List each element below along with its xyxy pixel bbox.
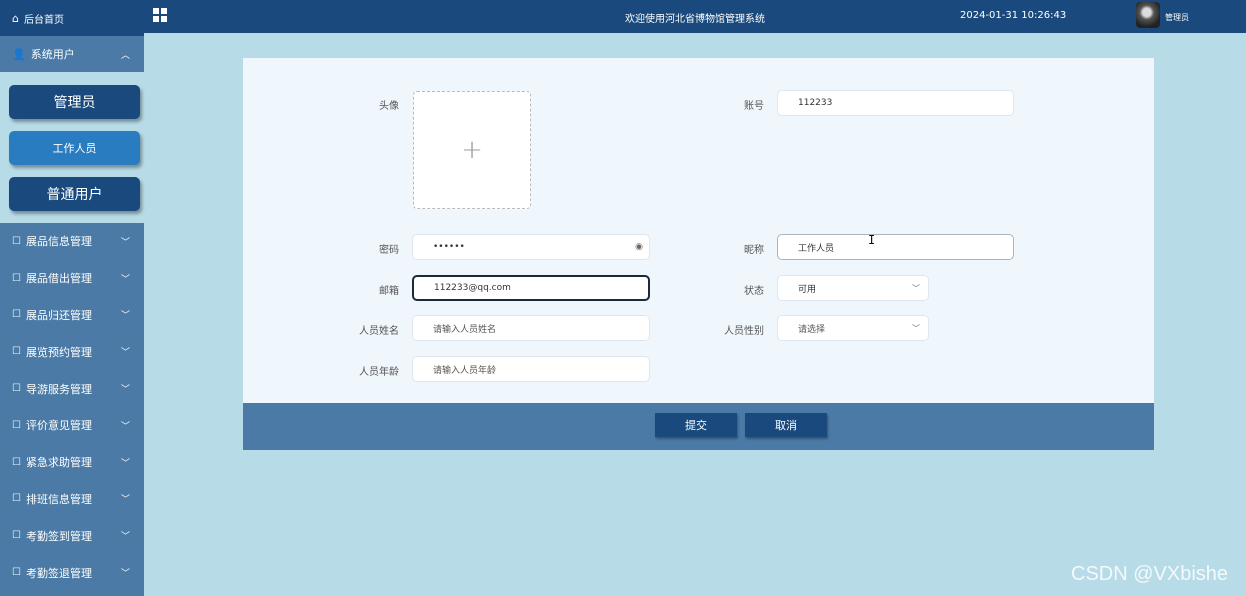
menu-icon: ☐ — [12, 419, 21, 431]
welcome-text: 欢迎使用河北省博物馆管理系统 — [625, 14, 765, 25]
chevron-down-icon: ﹀ — [912, 323, 920, 333]
sidebar-item-exhibit-info[interactable]: ☐ 展品信息管理 ﹀ — [0, 223, 144, 260]
sidebar-item-label: 展品借出管理 — [25, 272, 92, 286]
plus-icon: + — [461, 135, 483, 165]
current-datetime: 2024-01-31 10:26:43 — [960, 10, 1067, 21]
sidebar: ⌂ 后台首页 👤 系统用户 ︿ 管理员 工作人员 普通用户 ☐ 展品信息管理 ﹀ ☐… — [0, 0, 144, 596]
avatar[interactable] — [1136, 2, 1160, 28]
sidebar-item-label: 紧急求助管理 — [25, 456, 92, 470]
sidebar-item-label: 导游服务管理 — [25, 382, 92, 396]
email-label: 邮箱 — [379, 286, 399, 297]
eye-icon[interactable]: ◉ — [635, 242, 643, 252]
chevron-down-icon: ﹀ — [912, 283, 920, 293]
sidebar-item-exhibition-booking[interactable]: ☐ 展览预约管理 ﹀ — [0, 333, 144, 370]
sidebar-item-emergency[interactable]: ☐ 紧急求助管理 ﹀ — [0, 444, 144, 481]
sidebar-item-schedule[interactable]: ☐ 排班信息管理 ﹀ — [0, 481, 144, 518]
grid-menu-icon[interactable] — [153, 8, 167, 22]
sidebar-group-system-users[interactable]: 👤 系统用户 ︿ — [0, 36, 144, 72]
sidebar-sub-staff[interactable]: 工作人员 — [9, 131, 140, 165]
watermark: CSDN @VXbishe — [1071, 563, 1229, 585]
sidebar-item-label: 展品归还管理 — [25, 308, 92, 322]
sidebar-item-check-out[interactable]: ☐ 考勤签退管理 ﹀ — [0, 554, 144, 591]
name-input[interactable]: 请输入人员姓名 — [412, 315, 650, 341]
chevron-down-icon: ﹀ — [120, 421, 130, 432]
sidebar-group-label: 系统用户 — [30, 48, 75, 61]
account-input[interactable]: 112233 — [777, 90, 1014, 116]
gender-label: 人员性别 — [724, 326, 764, 337]
sidebar-submenu: 管理员 工作人员 普通用户 — [0, 72, 144, 223]
chevron-down-icon: ﹀ — [120, 237, 130, 248]
chevron-down-icon: ﹀ — [120, 385, 130, 396]
sidebar-item-feedback[interactable]: ☐ 评价意见管理 ﹀ — [0, 407, 144, 444]
email-input[interactable]: 112233@qq.com — [412, 275, 650, 301]
menu-icon: ☐ — [12, 567, 21, 579]
top-bar: 欢迎使用河北省博物馆管理系统 2024-01-31 10:26:43 管理员 — [144, 0, 1246, 33]
menu-icon: ☐ — [12, 493, 21, 505]
sidebar-item-label: 排班信息管理 — [25, 492, 92, 506]
password-label: 密码 — [379, 245, 399, 256]
sidebar-item-exhibit-loan[interactable]: ☐ 展品借出管理 ﹀ — [0, 260, 144, 297]
sidebar-item-label: 考勤签退管理 — [25, 566, 92, 580]
sidebar-item-check-in[interactable]: ☐ 考勤签到管理 ﹀ — [0, 517, 144, 554]
status-label: 状态 — [744, 286, 764, 297]
sidebar-item-label: 考勤签到管理 — [25, 529, 92, 543]
chevron-down-icon: ﹀ — [120, 532, 130, 543]
nickname-input[interactable]: 工作人员 — [777, 234, 1014, 260]
sidebar-sub-admin[interactable]: 管理员 — [9, 85, 140, 119]
nickname-label: 昵称 — [744, 245, 764, 256]
chevron-up-icon: ︿ — [120, 50, 130, 61]
chevron-down-icon: ﹀ — [120, 274, 130, 285]
user-icon: 👤 — [12, 47, 26, 61]
status-value: 可用 — [798, 284, 817, 295]
age-label: 人员年龄 — [359, 367, 399, 378]
menu-icon: ☐ — [12, 530, 21, 542]
text-cursor-icon: I — [868, 233, 876, 247]
name-label: 人员姓名 — [359, 326, 399, 337]
sidebar-item-exhibit-return[interactable]: ☐ 展品归还管理 ﹀ — [0, 297, 144, 334]
sidebar-home-label: 后台首页 — [23, 14, 64, 26]
sidebar-sub-user[interactable]: 普通用户 — [9, 177, 140, 211]
password-value: •••••• — [433, 242, 465, 252]
menu-icon: ☐ — [12, 272, 21, 284]
sidebar-item-label: 评价意见管理 — [25, 419, 92, 433]
current-user-name[interactable]: 管理员 — [1165, 12, 1189, 23]
sidebar-item-guide-service[interactable]: ☐ 导游服务管理 ﹀ — [0, 370, 144, 407]
chevron-down-icon: ﹀ — [120, 495, 130, 506]
avatar-label: 头像 — [379, 101, 399, 112]
sidebar-home[interactable]: ⌂ 后台首页 — [0, 0, 144, 36]
menu-icon: ☐ — [12, 383, 21, 395]
cancel-button[interactable]: 取消 — [745, 413, 827, 437]
sidebar-item-label: 展览预约管理 — [25, 345, 92, 359]
avatar-upload[interactable]: + — [413, 91, 531, 209]
sidebar-item-label: 展品信息管理 — [25, 235, 92, 249]
chevron-down-icon: ﹀ — [120, 569, 130, 580]
chevron-down-icon: ﹀ — [120, 458, 130, 469]
menu-icon: ☐ — [12, 456, 21, 468]
age-input[interactable]: 请输入人员年龄 — [412, 356, 650, 382]
form-actions: 提交 取消 — [243, 403, 1154, 450]
password-input[interactable]: •••••• ◉ — [412, 234, 650, 260]
home-icon: ⌂ — [12, 11, 19, 25]
menu-icon: ☐ — [12, 346, 21, 358]
menu-icon: ☐ — [12, 235, 21, 247]
gender-select[interactable]: 请选择 ﹀ — [777, 315, 929, 341]
gender-placeholder: 请选择 — [798, 324, 826, 335]
chevron-down-icon: ﹀ — [120, 311, 130, 322]
submit-button[interactable]: 提交 — [655, 413, 737, 437]
account-label: 账号 — [744, 101, 764, 112]
staff-form: 头像 + 账号 112233 密码 •••••• ◉ 昵称 工作人员 I 邮箱 … — [243, 58, 1154, 403]
menu-icon: ☐ — [12, 309, 21, 321]
status-select[interactable]: 可用 ﹀ — [777, 275, 929, 301]
chevron-down-icon: ﹀ — [120, 348, 130, 359]
